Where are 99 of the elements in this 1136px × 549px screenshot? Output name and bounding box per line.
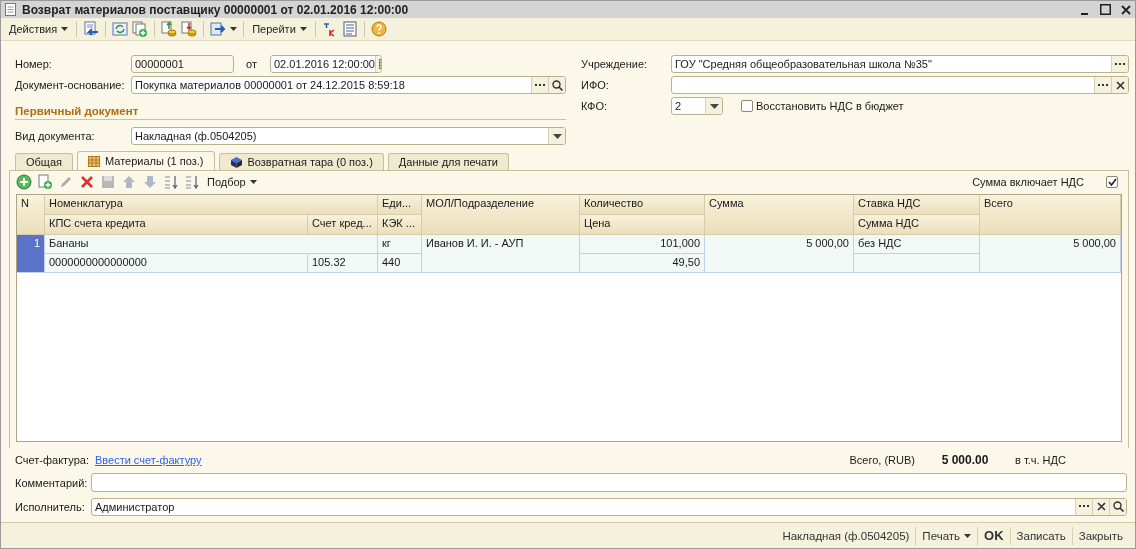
- document-kind-field[interactable]: Накладная (ф.0504205): [131, 127, 566, 145]
- ellipsis-icon[interactable]: [535, 83, 545, 87]
- column-header[interactable]: КПС счета кредита: [45, 215, 308, 235]
- selection-menu[interactable]: Подбор: [205, 175, 259, 189]
- dropdown-icon[interactable]: [709, 103, 719, 109]
- document-arrow-icon[interactable]: [83, 21, 100, 37]
- column-header[interactable]: Номенклатура: [45, 195, 378, 215]
- table-cell: Бананы: [45, 235, 378, 254]
- field-label: Номер:: [15, 58, 53, 70]
- field-label: Документ-основание:: [15, 79, 126, 91]
- checkbox-label: Сумма включает НДС: [972, 176, 1084, 188]
- coins-up-icon[interactable]: [161, 21, 178, 37]
- maximize-icon[interactable]: [1100, 4, 1111, 15]
- grid-icon: [88, 155, 100, 167]
- table-cell: 440: [378, 254, 422, 273]
- tab[interactable]: Общая: [15, 153, 73, 170]
- ifo-field[interactable]: [671, 76, 1129, 94]
- field-label: от: [246, 58, 258, 70]
- column-header[interactable]: Сумма: [705, 195, 854, 235]
- number-field[interactable]: 00000001: [131, 55, 234, 73]
- field-label: Счет-фактура:: [15, 454, 89, 466]
- print-menu[interactable]: Печать: [915, 526, 978, 545]
- column-header[interactable]: Сумма НДС: [854, 215, 980, 235]
- row-number[interactable]: 1: [17, 235, 45, 273]
- tab[interactable]: Возвратная тара (0 поз.): [218, 153, 384, 170]
- column-header[interactable]: Всего: [980, 195, 1121, 235]
- table-cell: кг: [378, 235, 422, 254]
- tab[interactable]: Данные для печати: [387, 153, 509, 170]
- checkbox-label: Восстановить НДС в бюджет: [756, 100, 904, 112]
- refresh-icon[interactable]: [112, 21, 129, 37]
- institution-field[interactable]: ГОУ "Средняя общеобразовательная школа №35": [671, 55, 1129, 73]
- delete-icon[interactable]: [79, 174, 95, 190]
- ok-button[interactable]: OK: [977, 526, 1010, 545]
- close-icon[interactable]: [1121, 4, 1131, 15]
- column-header[interactable]: Еди...: [378, 195, 422, 215]
- field-label: Комментарий:: [15, 476, 89, 489]
- enter-invoice-link[interactable]: Ввести счет-фактуру: [94, 454, 202, 466]
- ellipsis-icon[interactable]: [1098, 83, 1108, 87]
- table-cell: 101,000: [580, 235, 705, 254]
- footer-button[interactable]: Закрыть: [1071, 526, 1129, 545]
- caret-icon: [61, 27, 69, 31]
- add-icon[interactable]: [16, 174, 32, 190]
- field-label: Вид документа:: [15, 130, 96, 142]
- clear-icon[interactable]: [1115, 80, 1125, 90]
- ellipsis-icon[interactable]: [1115, 62, 1125, 66]
- column-header[interactable]: Ставка НДС: [854, 195, 980, 215]
- document-icon: [5, 3, 16, 16]
- executor-field[interactable]: Администратор: [91, 497, 1127, 516]
- table-cell: 0000000000000000: [45, 254, 308, 273]
- footer-button[interactable]: Записать: [1009, 526, 1072, 545]
- actions-menu[interactable]: Действия: [7, 22, 71, 36]
- sort-ascending-icon[interactable]: [163, 174, 179, 190]
- checkbox[interactable]: [741, 100, 753, 112]
- field-label: ИФО:: [581, 79, 610, 91]
- table-cell: 5 000,00: [705, 235, 854, 273]
- help-icon[interactable]: [370, 21, 387, 37]
- column-header[interactable]: КЭК ...: [378, 215, 422, 235]
- vat-label: в т.ч. НДС: [1015, 454, 1067, 466]
- ellipsis-icon[interactable]: [1079, 505, 1089, 508]
- goto-menu[interactable]: Перейти: [250, 22, 309, 36]
- search-icon[interactable]: [1112, 501, 1124, 512]
- search-icon[interactable]: [551, 79, 563, 91]
- field-label: Учреждение:: [581, 58, 649, 70]
- caret-icon: [249, 180, 257, 184]
- field-label: Исполнитель:: [15, 500, 86, 513]
- date-field[interactable]: 02.01.2016 12:00:00: [270, 55, 382, 73]
- column-header[interactable]: N: [17, 195, 45, 235]
- total-amount: 5 000.00: [940, 453, 990, 467]
- kfo-field[interactable]: 2: [671, 97, 723, 115]
- total-label: Всего, (RUB): [849, 454, 915, 466]
- table-cell: Иванов И. И. - АУП: [422, 235, 580, 273]
- base-document-field[interactable]: Покупка материалов 00000001 от 24.12.2015 8:59:18: [131, 76, 566, 94]
- window-title: Возврат материалов поставщику 00000001 от 02.01.2016 12:00:00: [22, 2, 410, 17]
- table-cell: 5 000,00: [980, 235, 1121, 273]
- coins-down-icon[interactable]: [181, 21, 198, 37]
- column-header[interactable]: Количество: [580, 195, 705, 215]
- table-cell: без НДС: [854, 235, 980, 254]
- section-heading: Первичный документ: [15, 103, 566, 120]
- caret-icon: [230, 27, 238, 31]
- comment-field[interactable]: [91, 473, 1127, 492]
- table-cell: 105.32: [308, 254, 378, 273]
- tab[interactable]: Материалы (1 поз.): [77, 151, 215, 170]
- document-form-button[interactable]: Накладная (ф.0504205): [776, 526, 916, 545]
- column-header[interactable]: МОЛ/Подразделение: [422, 195, 580, 235]
- copy-icon[interactable]: [132, 21, 149, 37]
- clear-icon[interactable]: [1096, 502, 1106, 511]
- box-icon: [229, 155, 243, 169]
- column-header[interactable]: Цена: [580, 215, 705, 235]
- column-header[interactable]: Счет кред...: [308, 215, 378, 235]
- sort-descending-icon[interactable]: [184, 174, 200, 190]
- table-cell: 49,50: [580, 254, 705, 273]
- checkbox[interactable]: [1106, 176, 1118, 188]
- caret-icon: [964, 533, 972, 538]
- caret-icon: [299, 27, 307, 31]
- field-label: КФО:: [581, 100, 608, 112]
- add-copy-icon[interactable]: [37, 174, 53, 190]
- list-icon[interactable]: [341, 21, 358, 37]
- document-arrow-icon[interactable]: [210, 21, 227, 37]
- dropdown-icon[interactable]: [552, 133, 562, 139]
